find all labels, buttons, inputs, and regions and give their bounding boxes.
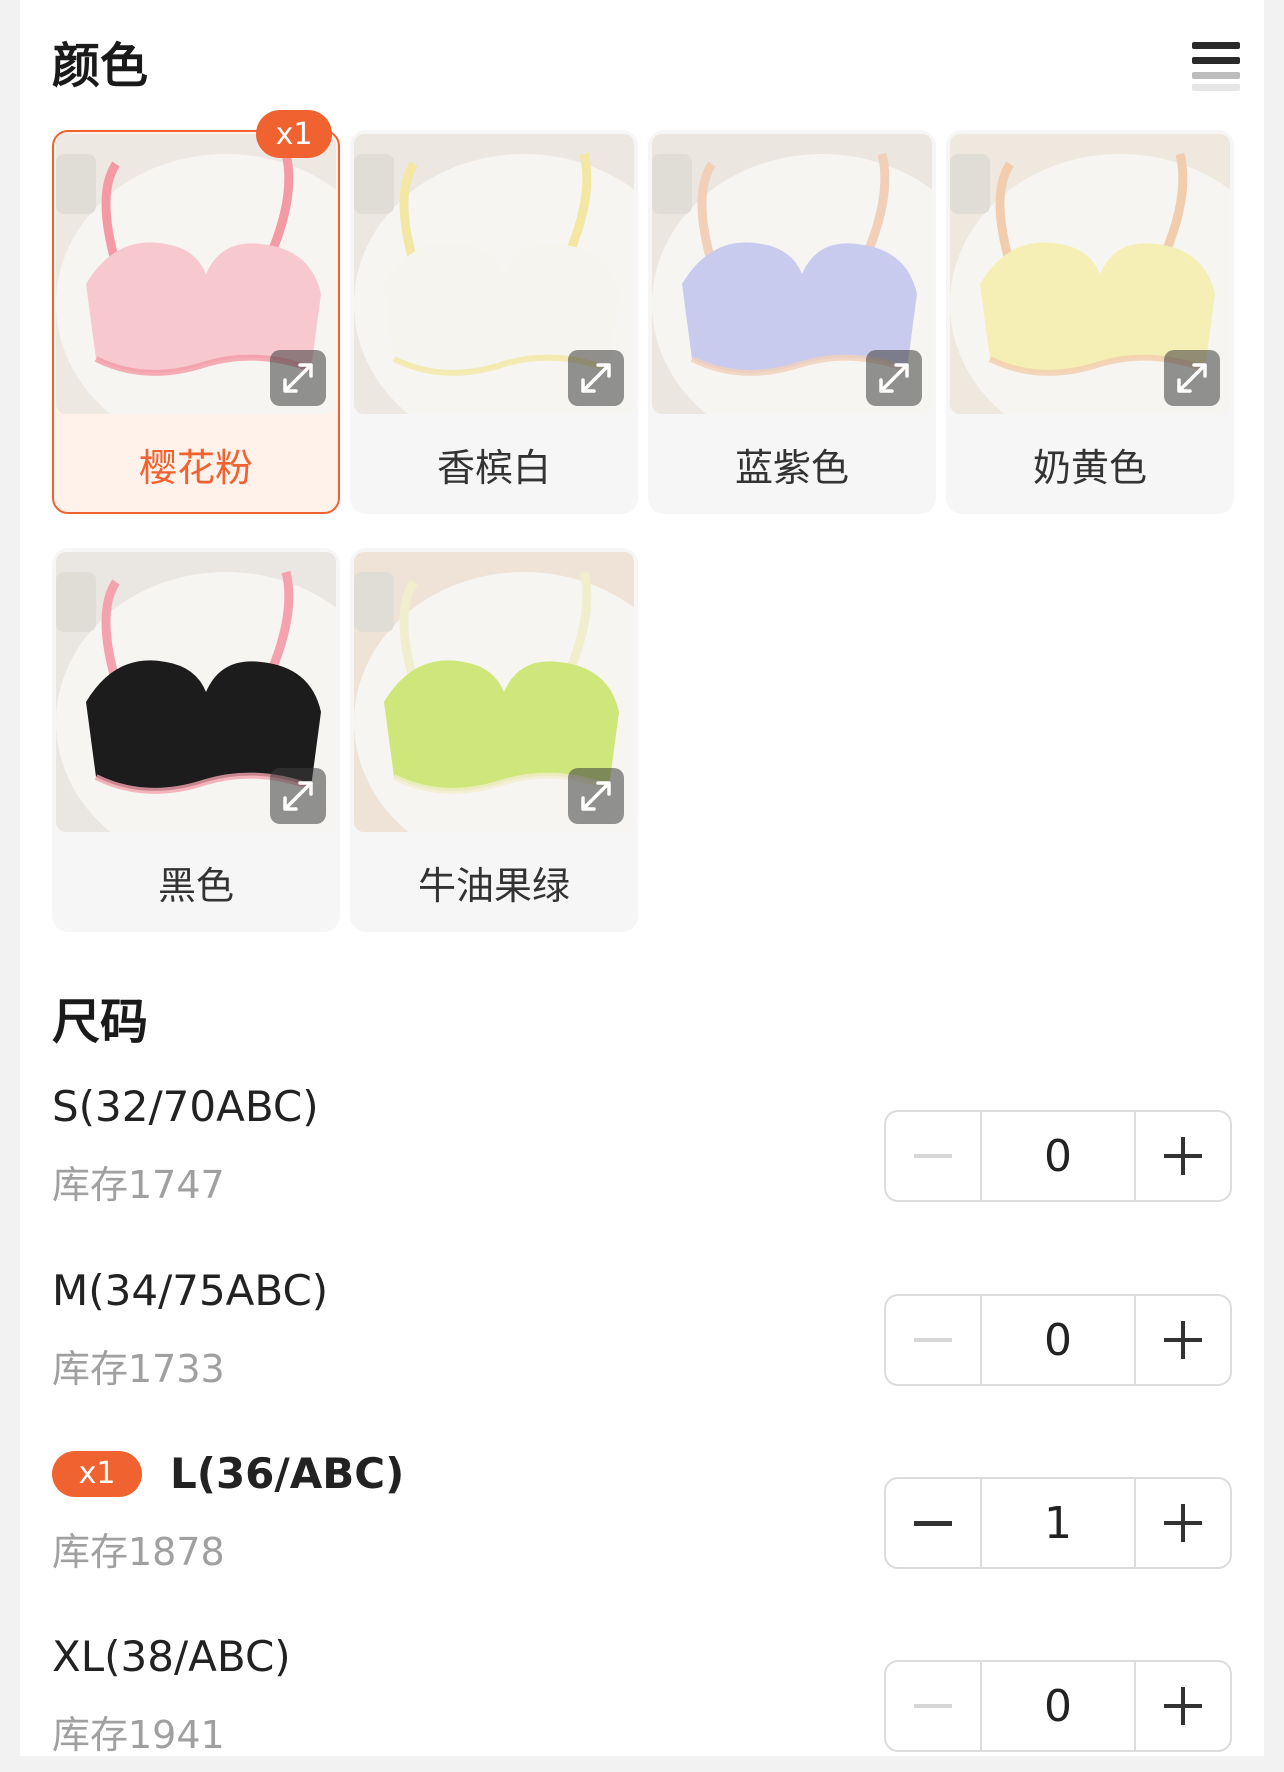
size-section-title: 尺码 — [52, 994, 149, 1050]
expand-image-icon[interactable] — [568, 768, 624, 824]
decrease-button[interactable] — [886, 1662, 982, 1750]
quantity-value[interactable]: 0 — [982, 1662, 1134, 1750]
expand-image-icon[interactable] — [270, 768, 326, 824]
selected-count-badge: x1 — [52, 1451, 142, 1498]
color-option-avocado-green[interactable]: 牛油果绿 — [350, 548, 638, 932]
color-option-label: 黑色 — [157, 863, 234, 908]
size-name: XL(38/ABC) — [52, 1632, 291, 1681]
product-thumbnail — [354, 134, 634, 414]
product-thumbnail — [354, 552, 634, 832]
stock-count: 库存1747 — [52, 1163, 225, 1207]
quantity-stepper: 0 — [884, 1110, 1232, 1202]
product-thumbnail — [652, 134, 932, 414]
increase-button[interactable] — [1134, 1296, 1230, 1384]
product-thumbnail — [56, 552, 336, 832]
size-row-m: M(34/75ABC) 库存1733 0 — [52, 1266, 1232, 1406]
expand-image-icon[interactable] — [866, 350, 922, 406]
decrease-button[interactable] — [886, 1112, 982, 1200]
stock-count: 库存1941 — [52, 1713, 225, 1757]
quantity-stepper: 0 — [884, 1294, 1232, 1386]
stock-count: 库存1733 — [52, 1347, 225, 1391]
size-name: L(36/ABC) — [170, 1449, 405, 1498]
decrease-button[interactable] — [886, 1296, 982, 1384]
color-option-cream-yellow[interactable]: 奶黄色 — [946, 130, 1234, 514]
quantity-stepper: 1 — [884, 1477, 1232, 1569]
color-option-blue-purple[interactable]: 蓝紫色 — [648, 130, 936, 514]
expand-image-icon[interactable] — [568, 350, 624, 406]
increase-button[interactable] — [1134, 1112, 1230, 1200]
increase-button[interactable] — [1134, 1662, 1230, 1750]
minus-icon — [914, 1704, 952, 1708]
minus-icon — [914, 1521, 952, 1526]
size-name: S(32/70ABC) — [52, 1082, 319, 1131]
size-name-with-badge: x1 L(36/ABC) — [52, 1449, 404, 1499]
decrease-button[interactable] — [886, 1479, 982, 1567]
expand-image-icon[interactable] — [270, 350, 326, 406]
color-option-black[interactable]: 黑色 — [52, 548, 340, 932]
color-option-label: 牛油果绿 — [417, 863, 570, 908]
sku-selector-sheet: 颜色 樱花粉 x1 香槟白 蓝紫色 奶黄色 黑色 牛油果绿 尺码 S(32/70… — [20, 0, 1264, 1757]
size-row-xl: XL(38/ABC) 库存1941 0 — [52, 1632, 1232, 1772]
quantity-value[interactable]: 0 — [982, 1112, 1134, 1200]
list-view-icon[interactable] — [1192, 42, 1240, 92]
size-row-l: x1 L(36/ABC) 库存1878 1 — [52, 1449, 1232, 1589]
size-row-s: S(32/70ABC) 库存1747 0 — [52, 1082, 1232, 1222]
size-name: M(34/75ABC) — [52, 1266, 329, 1315]
color-option-label: 奶黄色 — [1032, 445, 1147, 490]
color-section-title: 颜色 — [52, 38, 149, 94]
expand-image-icon[interactable] — [1164, 350, 1220, 406]
color-option-label: 蓝紫色 — [734, 445, 849, 490]
minus-icon — [914, 1338, 952, 1342]
quantity-stepper: 0 — [884, 1660, 1232, 1752]
quantity-value[interactable]: 1 — [982, 1479, 1134, 1567]
product-thumbnail — [950, 134, 1230, 414]
color-option-label: 樱花粉 — [138, 445, 253, 490]
color-option-sakura-pink[interactable]: 樱花粉 — [52, 130, 340, 514]
selected-count-badge: x1 — [256, 110, 332, 158]
color-option-champagne-white[interactable]: 香槟白 — [350, 130, 638, 514]
quantity-value[interactable]: 0 — [982, 1296, 1134, 1384]
product-thumbnail — [56, 134, 336, 414]
increase-button[interactable] — [1134, 1479, 1230, 1567]
color-option-label: 香槟白 — [436, 445, 551, 490]
minus-icon — [914, 1154, 952, 1158]
stock-count: 库存1878 — [52, 1530, 225, 1574]
